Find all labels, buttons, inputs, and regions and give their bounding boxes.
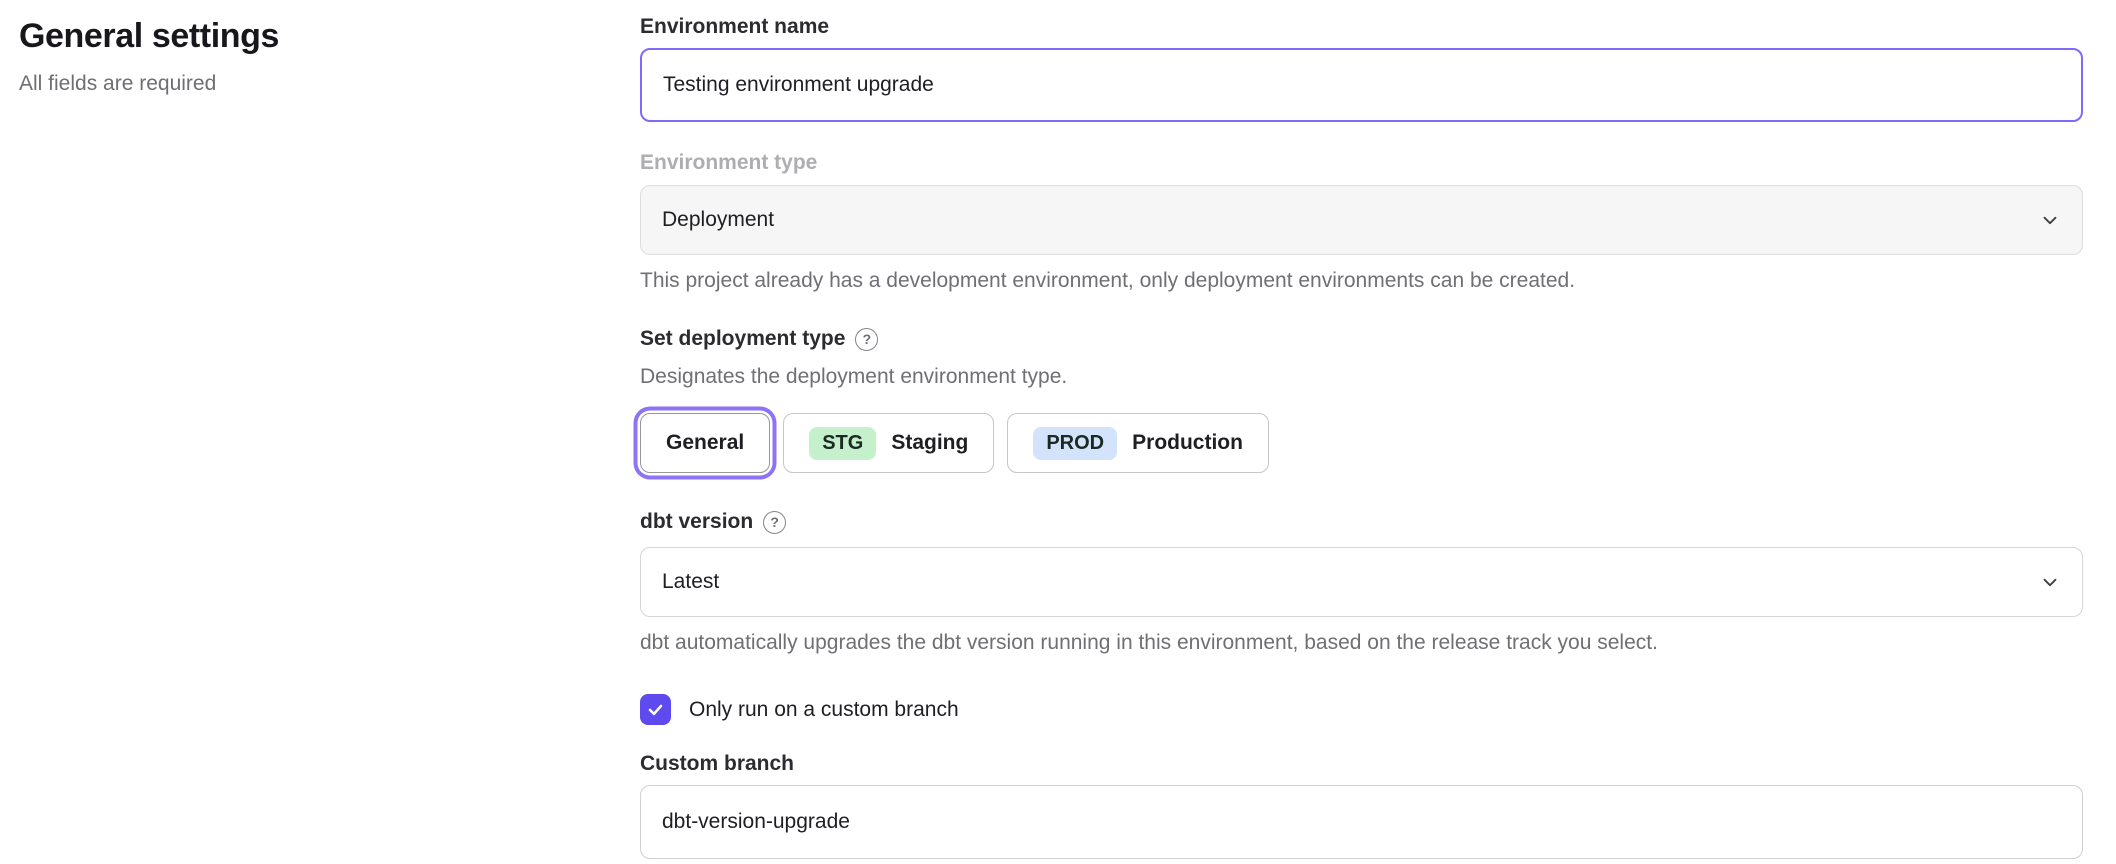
dbt-version-label: dbt version bbox=[640, 509, 753, 535]
deployment-type-helper: Designates the deployment environment ty… bbox=[640, 363, 2083, 391]
checkmark-icon bbox=[646, 700, 665, 719]
environment-name-label: Environment name bbox=[640, 14, 2083, 40]
deployment-type-production-label: Production bbox=[1132, 431, 1243, 455]
deployment-type-general-label: General bbox=[666, 431, 744, 455]
dbt-version-value: Latest bbox=[662, 570, 719, 594]
environment-type-select: Deployment bbox=[640, 185, 2083, 255]
environment-type-label: Environment type bbox=[640, 150, 2083, 176]
deployment-type-options: General STG Staging PROD Production bbox=[640, 407, 2083, 479]
deployment-type-staging-label: Staging bbox=[891, 431, 968, 455]
environment-settings-form: Environment name Environment type Deploy… bbox=[640, 14, 2083, 859]
page-title: General settings bbox=[19, 16, 579, 56]
custom-branch-label: Custom branch bbox=[640, 751, 2083, 777]
environment-type-value: Deployment bbox=[662, 208, 774, 232]
dbt-version-select[interactable]: Latest bbox=[640, 547, 2083, 617]
deployment-type-label: Set deployment type bbox=[640, 326, 845, 352]
environment-name-input[interactable] bbox=[640, 48, 2083, 122]
custom-branch-checkbox-label[interactable]: Only run on a custom branch bbox=[689, 698, 959, 722]
page-subtitle: All fields are required bbox=[19, 72, 579, 96]
production-badge: PROD bbox=[1033, 427, 1117, 460]
chevron-down-icon bbox=[2039, 209, 2061, 231]
deployment-type-production-button[interactable]: PROD Production bbox=[1007, 413, 1269, 473]
environment-type-helper: This project already has a development e… bbox=[640, 267, 2083, 295]
help-icon[interactable]: ? bbox=[855, 328, 878, 351]
help-icon[interactable]: ? bbox=[763, 511, 786, 534]
custom-branch-checkbox[interactable] bbox=[640, 694, 671, 725]
dbt-version-helper: dbt automatically upgrades the dbt versi… bbox=[640, 629, 2083, 657]
custom-branch-input[interactable] bbox=[640, 785, 2083, 859]
deployment-type-staging-button[interactable]: STG Staging bbox=[783, 413, 994, 473]
deployment-type-general-button[interactable]: General bbox=[640, 413, 770, 473]
staging-badge: STG bbox=[809, 427, 876, 460]
chevron-down-icon bbox=[2039, 571, 2061, 593]
settings-header: General settings All fields are required bbox=[19, 16, 579, 96]
